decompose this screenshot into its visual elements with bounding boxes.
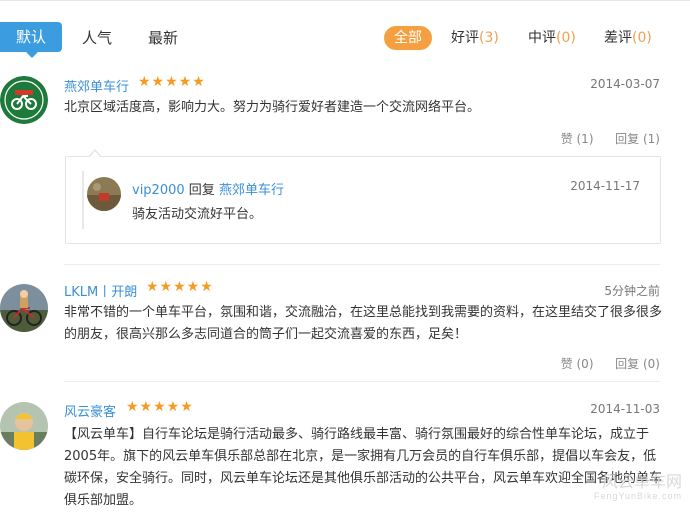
tab-default[interactable]: 默认 bbox=[0, 22, 62, 58]
tab-popular[interactable]: 人气 bbox=[82, 24, 112, 52]
reply-verb: 回复 bbox=[188, 183, 215, 198]
reply-box: vip2000 回复 燕郊单车行 2014-11-17 骑友活动交流好平台。 bbox=[65, 149, 661, 244]
comment-text: 北京区域活度高，影响力大。努力为骑行爱好者建造一个交流网络平台。 bbox=[64, 100, 481, 115]
rating-stars: ★★★★★ bbox=[138, 74, 206, 90]
comment-date: 5分钟之前 bbox=[604, 284, 660, 298]
filter-good-button[interactable]: 好评(3) bbox=[451, 26, 499, 50]
avatar[interactable] bbox=[0, 402, 48, 450]
avatar[interactable] bbox=[0, 76, 48, 124]
rating-stars: ★★★★★ bbox=[126, 399, 194, 415]
filter-good-label: 好评 bbox=[451, 30, 479, 46]
comment-divider bbox=[64, 381, 660, 382]
reply-button[interactable]: 回复 (0) bbox=[615, 357, 660, 371]
comment-tabs-bar: 默认 人气 最新 全部 好评(3) 中评(0) 差评(0) bbox=[0, 16, 690, 60]
comment-username[interactable]: 燕郊单车行 bbox=[64, 76, 129, 95]
site-watermark: 风云单车网 FengYunBike.com bbox=[593, 474, 682, 502]
filter-mid-label: 中评 bbox=[528, 30, 556, 46]
filter-all-button[interactable]: 全部 bbox=[384, 26, 432, 50]
reply-button[interactable]: 回复 (1) bbox=[615, 132, 660, 146]
filter-bad-button[interactable]: 差评(0) bbox=[604, 26, 652, 50]
filter-bad-label: 差评 bbox=[604, 30, 632, 46]
filter-good-count: (3) bbox=[479, 30, 499, 46]
reply-username[interactable]: vip2000 bbox=[132, 183, 185, 198]
watermark-title: 风云单车网 bbox=[601, 474, 682, 491]
rating-stars: ★★★★★ bbox=[146, 279, 214, 295]
comment-divider bbox=[64, 264, 660, 265]
reply-header: vip2000 回复 燕郊单车行 bbox=[132, 179, 284, 198]
top-divider bbox=[0, 0, 690, 1]
like-button[interactable]: 赞 (0) bbox=[561, 357, 594, 371]
comment-actions: 赞 (0) 回复 (0) bbox=[561, 355, 660, 372]
comment-username[interactable]: 风云豪客 bbox=[64, 401, 116, 420]
comment-text: 非常不错的一个单车平台，氛围和谐，交流融洽，在这里总能找到我需要的资料，在这里结… bbox=[64, 305, 663, 342]
comment-date: 2014-11-03 bbox=[590, 402, 660, 416]
comment-date: 2014-03-07 bbox=[590, 77, 660, 91]
filter-mid-button[interactable]: 中评(0) bbox=[528, 26, 576, 50]
comment-text: 【风云单车】自行车论坛是骑行活动最多、骑行路线最丰富、骑行氛围最好的综合性单车论… bbox=[64, 427, 663, 508]
reply-avatar[interactable] bbox=[87, 177, 121, 211]
tab-latest[interactable]: 最新 bbox=[148, 24, 178, 52]
filter-bad-count: (0) bbox=[632, 30, 652, 46]
reply-target-username[interactable]: 燕郊单车行 bbox=[219, 183, 284, 198]
watermark-url: FengYunBike.com bbox=[593, 491, 682, 501]
reply-divider bbox=[82, 171, 84, 229]
reply-date: 2014-11-17 bbox=[570, 179, 640, 193]
reply-text: 骑友活动交流好平台。 bbox=[132, 207, 263, 222]
comment-actions: 赞 (1) 回复 (1) bbox=[561, 130, 660, 147]
like-button[interactable]: 赞 (1) bbox=[561, 132, 594, 146]
avatar[interactable] bbox=[0, 284, 48, 332]
comment-username[interactable]: LKLM丨开朗 bbox=[64, 281, 137, 300]
filter-mid-count: (0) bbox=[556, 30, 576, 46]
